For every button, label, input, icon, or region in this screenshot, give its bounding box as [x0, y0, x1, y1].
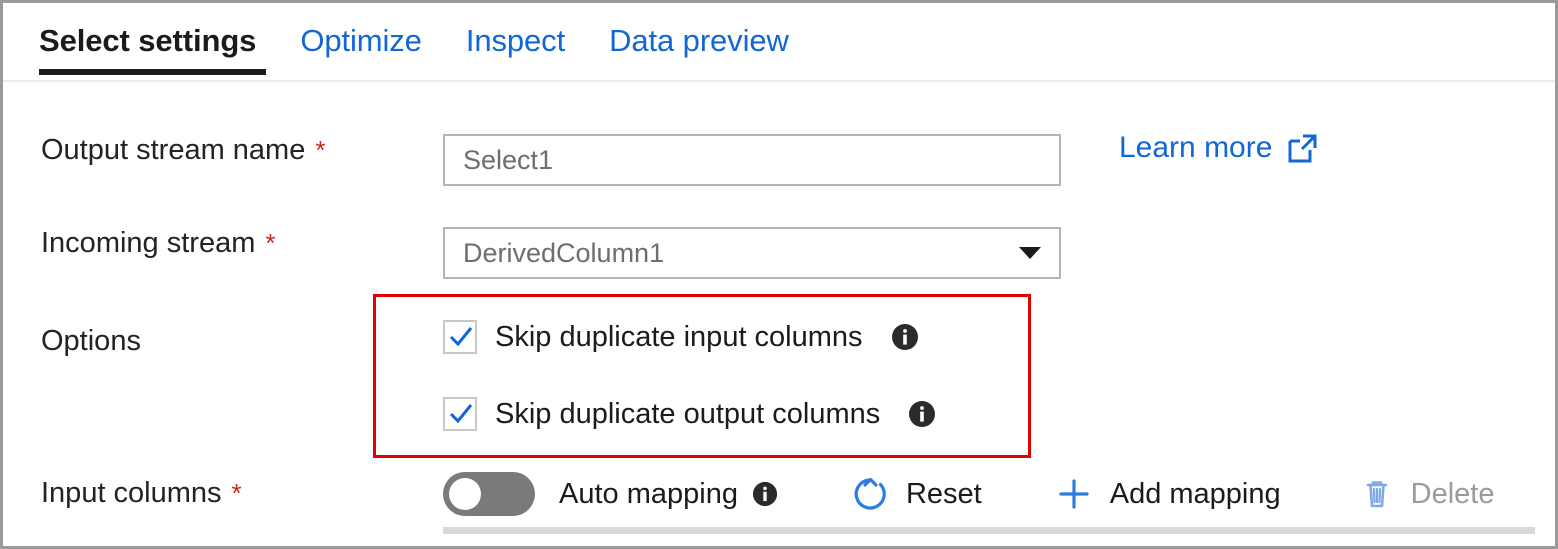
reset-button[interactable]: Reset: [850, 474, 982, 514]
settings-form: Output stream name * Select1 Learn more …: [3, 82, 1555, 546]
output-stream-name-row: Output stream name * Select1 Learn more: [3, 121, 1555, 186]
chevron-down-icon: [1019, 247, 1041, 259]
skip-duplicate-input-columns-checkbox[interactable]: [443, 320, 477, 354]
required-asterisk: *: [231, 477, 242, 508]
required-asterisk: *: [265, 227, 276, 258]
trash-icon: [1366, 481, 1387, 508]
auto-mapping-label-group[interactable]: Auto mapping: [559, 478, 778, 511]
tab-label: Select settings: [39, 23, 257, 58]
skip-duplicate-output-columns-checkbox-row[interactable]: Skip duplicate output columns: [443, 397, 936, 431]
add-mapping-label: Add mapping: [1109, 477, 1281, 510]
tab-label: Inspect: [465, 23, 566, 58]
section-divider: [443, 527, 1535, 534]
reset-icon: [854, 477, 886, 510]
output-stream-name-label: Output stream name *: [41, 133, 326, 166]
skip-duplicate-input-columns-checkbox-row[interactable]: Skip duplicate input columns: [443, 320, 919, 354]
input-columns-label: Input columns *: [41, 476, 242, 509]
tab-label: Data preview: [609, 23, 789, 58]
options-label: Options: [41, 324, 141, 357]
learn-more-label: Learn more: [1119, 131, 1273, 164]
toggle-knob: [449, 478, 481, 510]
output-stream-name-input[interactable]: Select1: [443, 134, 1061, 186]
delete-label: Delete: [1410, 477, 1495, 510]
reset-label: Reset: [905, 477, 982, 510]
add-mapping-button[interactable]: Add mapping: [1054, 474, 1281, 514]
info-icon[interactable]: [891, 323, 919, 351]
incoming-stream-dropdown[interactable]: DerivedColumn1: [443, 227, 1061, 279]
plus-icon: [1059, 479, 1089, 509]
check-icon: [449, 327, 473, 347]
tab-inspect[interactable]: Inspect: [444, 3, 587, 56]
skip-duplicate-output-columns-checkbox[interactable]: [443, 397, 477, 431]
incoming-stream-row: Incoming stream * DerivedColumn1: [3, 214, 1555, 279]
skip-duplicate-input-columns-label: Skip duplicate input columns: [495, 320, 863, 353]
tab-optimize[interactable]: Optimize: [278, 3, 444, 56]
tab-select-settings[interactable]: Select settings: [23, 3, 278, 75]
incoming-stream-label: Incoming stream *: [41, 226, 276, 259]
info-icon[interactable]: [908, 400, 936, 428]
active-tab-indicator: [39, 69, 267, 75]
tab-data-preview[interactable]: Data preview: [587, 3, 811, 56]
tab-bar: Select settings Optimize Inspect Data pr…: [3, 3, 1555, 82]
mapping-toolbar: Auto mapping Reset Add mapping Delete: [443, 469, 1494, 519]
external-link-icon: [1288, 134, 1317, 163]
skip-duplicate-output-columns-label: Skip duplicate output columns: [495, 397, 881, 430]
check-icon: [449, 404, 473, 424]
auto-mapping-label: Auto mapping: [559, 477, 738, 510]
select-transformation-settings-panel: Select settings Optimize Inspect Data pr…: [0, 0, 1558, 549]
incoming-stream-value: DerivedColumn1: [463, 237, 665, 268]
required-asterisk: *: [315, 134, 326, 165]
delete-button: Delete: [1359, 476, 1495, 512]
info-icon[interactable]: [752, 481, 778, 507]
tab-label: Optimize: [300, 23, 422, 58]
auto-mapping-toggle[interactable]: [443, 472, 535, 516]
learn-more-link[interactable]: Learn more: [1119, 131, 1318, 165]
